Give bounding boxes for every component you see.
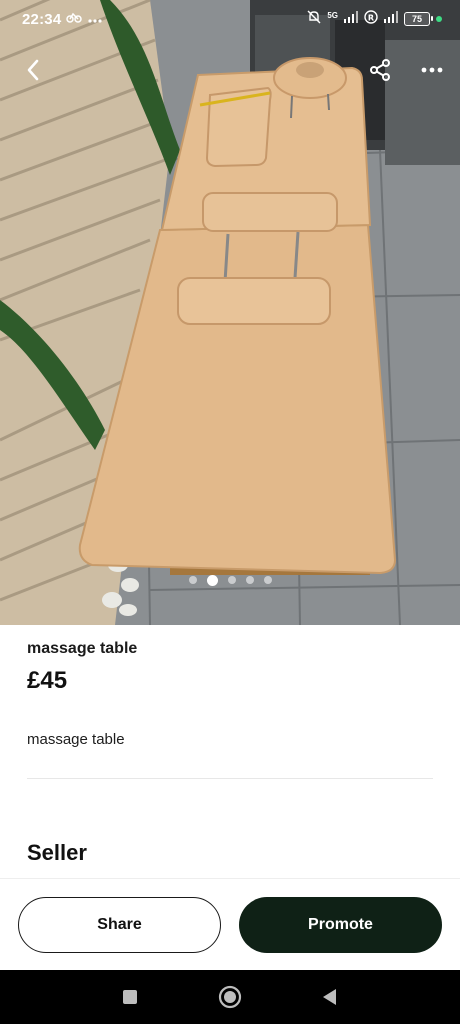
chevron-left-icon xyxy=(27,59,39,81)
carousel-dot[interactable] xyxy=(263,576,272,584)
carousel-dot[interactable] xyxy=(188,576,197,584)
share-icon xyxy=(370,59,390,81)
listing-price: £45 xyxy=(27,667,68,694)
massage-table-photo xyxy=(0,0,460,625)
carousel-dot[interactable] xyxy=(245,576,254,584)
more-options-button[interactable] xyxy=(416,54,448,86)
back-button[interactable] xyxy=(17,54,49,86)
svg-text:R: R xyxy=(368,14,374,23)
cycle-icon xyxy=(66,10,82,27)
carousel-dot-active[interactable] xyxy=(206,574,218,586)
triangle-back-icon xyxy=(323,989,336,1005)
divider xyxy=(27,778,433,779)
signal-icon-2 xyxy=(384,11,398,26)
privacy-indicator xyxy=(436,15,442,22)
share-button[interactable]: Share xyxy=(18,897,221,953)
listing-photo[interactable]: 22:34 5G R 75 xyxy=(0,0,460,625)
battery-icon: 75 xyxy=(404,11,433,26)
carousel-dot[interactable] xyxy=(227,576,236,584)
network-label: 5G xyxy=(327,11,338,20)
mute-icon xyxy=(307,10,321,27)
more-dots-icon xyxy=(88,10,102,27)
signal-icon xyxy=(344,11,358,26)
square-icon xyxy=(123,990,137,1004)
listing-description: massage table xyxy=(27,731,125,748)
listing-title: massage table xyxy=(27,640,138,657)
more-horizontal-icon xyxy=(421,67,443,73)
share-icon-button[interactable] xyxy=(364,54,396,86)
back-nav-button[interactable] xyxy=(316,983,344,1011)
seller-heading: Seller xyxy=(27,840,87,865)
registered-icon: R xyxy=(364,10,378,27)
system-navigation-bar xyxy=(0,970,460,1024)
home-circle-icon xyxy=(218,985,242,1009)
carousel-indicator xyxy=(0,574,460,586)
battery-level: 75 xyxy=(411,13,422,24)
recents-button[interactable] xyxy=(116,983,144,1011)
promote-button[interactable]: Promote xyxy=(239,897,442,953)
status-time: 22:34 xyxy=(22,11,62,28)
action-bar: Share Promote xyxy=(0,878,460,971)
status-bar: 22:34 5G R 75 xyxy=(0,0,460,40)
home-button[interactable] xyxy=(216,983,244,1011)
